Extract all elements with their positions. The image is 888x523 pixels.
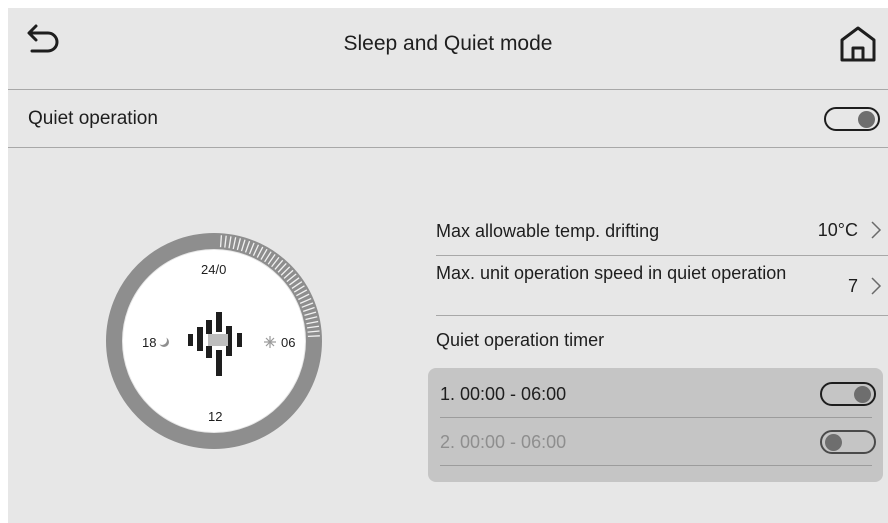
clock-label-bottom: 12 [208,409,223,424]
quiet-operation-label: Quiet operation [28,108,158,129]
quiet-operation-toggle[interactable] [824,107,880,131]
header: Sleep and Quiet mode [8,8,888,90]
max-unit-speed-row[interactable]: Max. unit operation speed in quiet opera… [436,256,888,314]
quiet-timer-clock: 24/0 18 06 12 [104,228,324,454]
setting-value: 10°C [817,220,858,240]
divider [440,465,872,466]
clock-label-top: 24/0 [201,262,227,277]
toggle-knob [858,111,875,128]
clock-label-right: 06 [281,335,296,350]
timer-1-toggle[interactable] [820,382,876,406]
chevron-right-icon [871,221,882,239]
timer-item-text: 2. 00:00 - 06:00 [440,432,567,452]
timer-panel: 1. 00:00 - 06:00 2. 00:00 - 06:00 [428,368,883,482]
setting-label: Max allowable temp. drifting [436,221,660,241]
toggle-knob [825,434,842,451]
divider [8,147,888,148]
timer-item-text: 1. 00:00 - 06:00 [440,384,567,404]
ring-tick [219,235,223,248]
screen: Sleep and Quiet mode Quiet operation 24/… [8,8,888,523]
chevron-right-icon [871,277,882,295]
setting-label: Max. unit operation speed in quiet opera… [436,263,787,283]
timer-2-toggle[interactable] [820,430,876,454]
max-temp-drifting-row[interactable]: Max allowable temp. drifting 10°C [436,208,888,254]
home-icon [840,26,876,62]
home-button[interactable] [836,22,880,66]
quiet-operation-row: Quiet operation [8,90,888,148]
divider [436,315,888,316]
clock-label-left: 18 [142,335,157,350]
timer-section-label: Quiet operation timer [436,330,605,350]
toggle-knob [854,386,871,403]
ring-tick [307,335,320,338]
timer-item-2[interactable]: 2. 00:00 - 06:00 [428,418,883,466]
timer-item-1[interactable]: 1. 00:00 - 06:00 [428,370,883,418]
setting-value: 7 [847,276,858,296]
page-title: Sleep and Quiet mode [343,32,553,55]
